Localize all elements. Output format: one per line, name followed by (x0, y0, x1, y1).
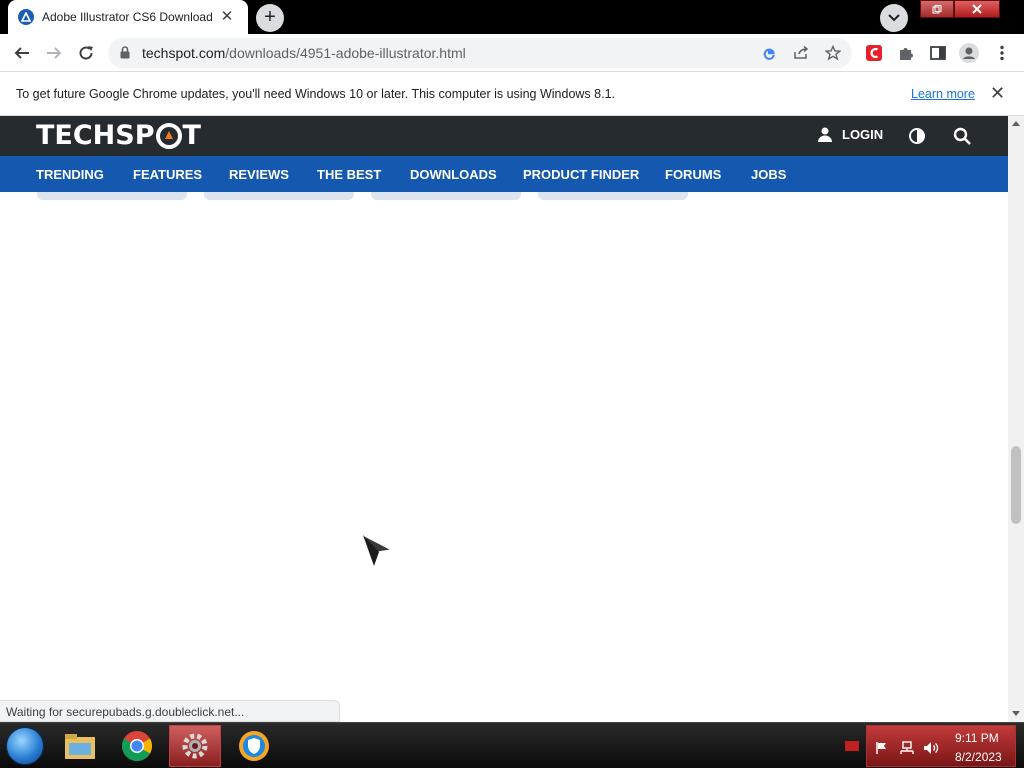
url-path: /downloads/4951-adobe-illustrator.html (225, 45, 466, 61)
main-nav: TRENDING FEATURES REVIEWS THE BEST DOWNL… (0, 156, 1008, 192)
browser-tab[interactable]: Adobe Illustrator CS6 Download ✕ (8, 0, 248, 34)
nav-product-finder[interactable]: PRODUCT FINDER (523, 167, 639, 182)
mouse-cursor-icon (362, 534, 394, 568)
screenshot-thumbnails (0, 192, 1008, 200)
nav-jobs[interactable]: JOBS (751, 167, 786, 182)
nav-the-best[interactable]: THE BEST (317, 167, 381, 182)
page-scrollbar[interactable] (1008, 116, 1024, 722)
chrome-icon (121, 731, 153, 762)
clock-time[interactable]: 9:11 PM (955, 731, 999, 745)
restore-button[interactable] (920, 0, 954, 18)
google-lens-icon[interactable] (760, 44, 778, 62)
logo-text: TECHSP (36, 120, 155, 151)
taskbar-vpn[interactable] (228, 725, 280, 767)
nav-reviews[interactable]: REVIEWS (229, 167, 289, 182)
tab-search-button[interactable] (880, 4, 908, 32)
site-search-button[interactable] (953, 127, 971, 150)
taskbar-file-explorer[interactable] (54, 725, 106, 767)
side-panel-button[interactable] (928, 43, 948, 63)
forward-arrow-icon (47, 47, 62, 59)
nav-forums[interactable]: FORUMS (665, 167, 721, 182)
profile-avatar-icon (959, 43, 979, 63)
chrome-menu-button[interactable] (992, 43, 1012, 63)
vpn-shield-icon (239, 731, 269, 761)
thumbnail[interactable] (538, 192, 688, 200)
thumbnail[interactable] (204, 192, 354, 200)
back-button[interactable] (12, 43, 32, 63)
share-icon[interactable] (792, 44, 810, 62)
profile-button[interactable] (959, 43, 979, 63)
contrast-icon (909, 128, 925, 144)
tray-overflow-icon[interactable] (845, 741, 859, 751)
tab-close-icon[interactable]: ✕ (218, 8, 236, 26)
forward-button[interactable] (44, 43, 64, 63)
browser-toolbar: techspot.com/downloads/4951-adobe-illust… (0, 34, 1024, 72)
volume-icon[interactable] (923, 741, 939, 755)
windows-taskbar: 9:11 PM 8/2/2023 (0, 722, 1024, 768)
reload-icon (79, 46, 93, 60)
system-tray: 9:11 PM 8/2/2023 (866, 725, 1016, 767)
back-arrow-icon (14, 47, 29, 59)
clock-date[interactable]: 8/2/2023 (955, 750, 1002, 764)
nav-downloads[interactable]: DOWNLOADS (410, 167, 497, 182)
thumbnail[interactable] (371, 192, 521, 200)
extensions-menu-button[interactable] (896, 43, 916, 63)
tab-title: Adobe Illustrator CS6 Download (42, 10, 213, 24)
restore-icon (932, 4, 942, 13)
nav-trending[interactable]: TRENDING (36, 167, 104, 182)
close-icon (972, 4, 982, 14)
scroll-down-icon[interactable] (1012, 711, 1020, 716)
network-icon[interactable] (899, 741, 915, 755)
lock-icon (120, 46, 130, 59)
infobar-close-icon[interactable]: ✕ (990, 84, 1005, 102)
logo-text-end: T (182, 120, 201, 151)
extension-c-icon (866, 45, 882, 61)
scrollbar-thumb[interactable] (1011, 446, 1021, 524)
scroll-up-icon[interactable] (1012, 121, 1020, 126)
site-header: TECHSP T LOGIN (0, 116, 1008, 156)
dark-mode-toggle[interactable] (908, 127, 926, 150)
login-button[interactable]: LOGIN (818, 127, 883, 142)
puzzle-icon (900, 48, 913, 60)
user-icon (818, 127, 832, 142)
action-center-flag-icon[interactable] (875, 741, 889, 755)
nav-features[interactable]: FEATURES (133, 167, 202, 182)
window-controls (920, 0, 1000, 20)
update-infobar: To get future Google Chrome updates, you… (0, 72, 1024, 116)
close-window-button[interactable] (954, 0, 1000, 18)
start-button[interactable] (6, 727, 44, 765)
bookmark-star-icon[interactable] (824, 44, 842, 62)
learn-more-link[interactable]: Learn more (911, 87, 975, 101)
page-viewport: TECHSP T LOGIN TRENDING FEATURES REVIEWS … (0, 116, 1024, 722)
techspot-favicon-icon (18, 9, 34, 25)
thumbnail[interactable] (37, 192, 187, 200)
login-label: LOGIN (842, 127, 884, 142)
taskbar-chrome[interactable] (111, 725, 163, 767)
techspot-logo[interactable]: TECHSP T (36, 120, 201, 151)
reload-button[interactable] (76, 43, 96, 63)
chevron-down-icon (888, 14, 900, 22)
kebab-menu-icon (1000, 45, 1004, 61)
infobar-message: To get future Google Chrome updates, you… (16, 87, 615, 101)
settings-gear-icon (182, 733, 208, 759)
url-host: techspot.com (142, 45, 226, 61)
file-explorer-icon (65, 734, 95, 759)
tab-strip: Adobe Illustrator CS6 Download ✕ + (0, 0, 1024, 34)
search-icon (953, 127, 971, 145)
address-bar[interactable]: techspot.com/downloads/4951-adobe-illust… (108, 38, 852, 68)
new-tab-button[interactable]: + (256, 4, 284, 32)
side-panel-icon (930, 46, 946, 60)
logo-o-icon (155, 122, 182, 149)
taskbar-settings[interactable] (169, 725, 221, 767)
status-bubble: Waiting for securepubads.g.doubleclick.n… (0, 700, 340, 722)
extension-button[interactable] (864, 43, 884, 63)
url-text: techspot.com/downloads/4951-adobe-illust… (142, 45, 466, 61)
